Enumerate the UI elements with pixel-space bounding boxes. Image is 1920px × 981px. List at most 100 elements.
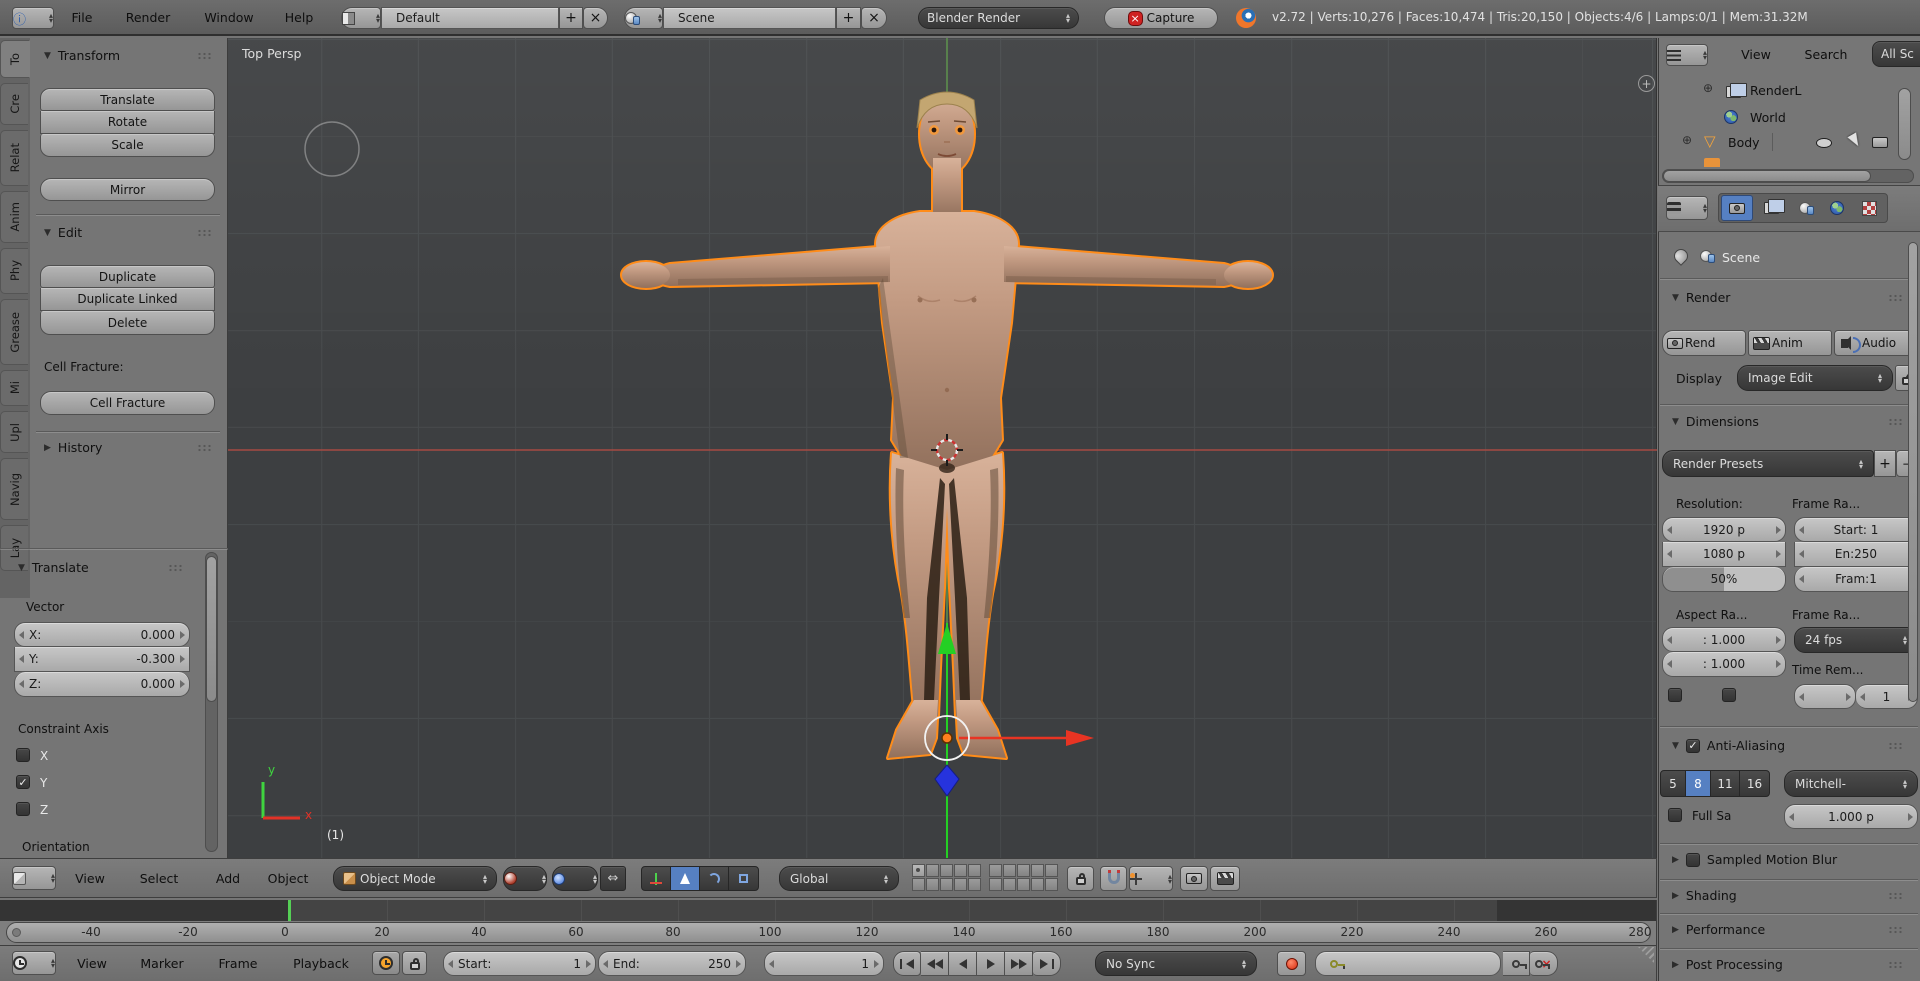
viewport-3d[interactable]: [228, 38, 1657, 858]
aa-filter-dropdown[interactable]: Mitchell- ▴ ▾: [1784, 770, 1918, 797]
operator-panel-header[interactable]: ▼ Translate: [18, 560, 89, 575]
add-scene-button[interactable]: +: [836, 7, 861, 29]
visibility-eye-icon[interactable]: [1816, 138, 1832, 148]
outliner-item-body[interactable]: Body: [1728, 135, 1760, 150]
timeline-menu-marker[interactable]: Marker: [134, 951, 190, 976]
tab-world[interactable]: [1821, 195, 1853, 221]
editor-type-selector-properties[interactable]: ▴ ▾: [1666, 196, 1708, 220]
current-frame-field[interactable]: 1: [764, 951, 884, 976]
outliner-item-world[interactable]: World: [1750, 110, 1786, 125]
play-button[interactable]: [977, 951, 1005, 976]
aspect-y-field[interactable]: : 1.000: [1662, 652, 1786, 677]
close-layout-button[interactable]: ×: [583, 7, 608, 29]
history-panel-header[interactable]: ▶ History: [44, 440, 102, 455]
antialiasing-checkbox[interactable]: ✓: [1685, 738, 1700, 753]
panel-grip[interactable]: [197, 444, 212, 452]
performance-panel-header[interactable]: ▶ Performance: [1672, 922, 1765, 937]
panel-grip[interactable]: [168, 564, 183, 572]
aa-samples-5[interactable]: 5: [1661, 771, 1686, 796]
constraint-x-checkbox[interactable]: [16, 748, 30, 762]
resolution-y-field[interactable]: 1080 p: [1662, 542, 1786, 567]
timeline-menu-frame[interactable]: Frame: [214, 951, 262, 976]
edit-panel-header[interactable]: ▼ Edit: [44, 225, 82, 240]
timeline-scrollbar-grabber[interactable]: [12, 928, 21, 937]
frame-rate-dropdown[interactable]: 24 fps ▴ ▾: [1794, 627, 1918, 653]
transform-panel-header[interactable]: ▼ Transform: [44, 48, 120, 63]
panel-grip[interactable]: [197, 52, 212, 60]
aspect-x-field[interactable]: : 1.000: [1662, 627, 1786, 652]
add-layout-button[interactable]: +: [559, 7, 583, 29]
outliner-scope-dropdown[interactable]: All Sc: [1872, 41, 1920, 67]
vector-z-field[interactable]: Z: 0.000: [14, 672, 190, 697]
panel-grip[interactable]: [197, 229, 212, 237]
panel-grip[interactable]: [1888, 418, 1903, 426]
scene-icon-button[interactable]: ▴ ▾: [624, 7, 663, 29]
sampled-motion-blur-panel-header[interactable]: ▶ Sampled Motion Blur: [1672, 852, 1837, 867]
timeline-menu-view[interactable]: View: [72, 951, 112, 976]
screen-layout-icon-button[interactable]: ▴ ▾: [341, 7, 381, 29]
manipulator-scale-button[interactable]: [729, 867, 758, 890]
properties-v-scrollbar-thumb[interactable]: [1908, 242, 1918, 702]
tab-scene[interactable]: [1789, 195, 1821, 221]
screen-layout-name-field[interactable]: Default: [381, 7, 559, 29]
lock-to-scene-button[interactable]: [1067, 866, 1094, 891]
panel-grip[interactable]: [1888, 742, 1903, 750]
expand-toggle[interactable]: ⊕: [1682, 133, 1692, 147]
shelf-tab-tools[interactable]: To: [0, 40, 30, 78]
tab-render-layers[interactable]: [1755, 195, 1787, 221]
menu-file[interactable]: File: [62, 6, 102, 30]
render-animation-button[interactable]: Anim: [1748, 330, 1832, 356]
panel-grip[interactable]: [1888, 926, 1903, 934]
translate-button[interactable]: Translate: [40, 88, 215, 111]
delete-button[interactable]: Delete: [40, 311, 215, 335]
viewport-shading-dropdown[interactable]: ▴ ▾: [503, 866, 547, 891]
motion-blur-checkbox[interactable]: [1685, 852, 1700, 867]
frame-step-field[interactable]: Fram:1: [1794, 567, 1918, 592]
insert-keyframe-button[interactable]: [1503, 951, 1530, 976]
vector-x-field[interactable]: X: 0.000: [14, 622, 190, 647]
shelf-tab-create[interactable]: Cre: [0, 83, 28, 125]
menu-render[interactable]: Render: [118, 6, 178, 30]
editor-type-selector-outliner[interactable]: ▴ ▾: [1666, 44, 1708, 66]
dimensions-panel-header[interactable]: ▼ Dimensions: [1672, 414, 1759, 429]
viewport-menu-view[interactable]: View: [70, 866, 110, 892]
viewport-scene[interactable]: [228, 38, 1657, 858]
opengl-render-button[interactable]: [1180, 866, 1208, 891]
menu-window[interactable]: Window: [196, 6, 262, 30]
shelf-tab-navigation[interactable]: Navig: [0, 458, 28, 520]
manipulator-enable-button[interactable]: [642, 867, 671, 890]
manipulator-rotate-button[interactable]: [700, 867, 729, 890]
duplicate-linked-button[interactable]: Duplicate Linked: [40, 288, 215, 311]
panel-grip[interactable]: [1888, 961, 1903, 969]
jump-to-start-button[interactable]: [893, 951, 921, 976]
duplicate-button[interactable]: Duplicate: [40, 265, 215, 288]
pivot-point-dropdown[interactable]: ▴ ▾: [552, 866, 598, 891]
delete-scene-button[interactable]: ×: [861, 7, 887, 29]
time-cursor-toggle-button[interactable]: [372, 951, 400, 975]
operator-panel-scrollbar-thumb[interactable]: [206, 556, 217, 702]
crop-checkbox[interactable]: [1722, 688, 1736, 702]
outliner-menu-view[interactable]: View: [1736, 43, 1776, 67]
resolution-x-field[interactable]: 1920 p: [1662, 517, 1786, 542]
panel-grip[interactable]: [1888, 294, 1903, 302]
opengl-render-anim-button[interactable]: [1210, 866, 1240, 891]
lock-time-button[interactable]: [402, 951, 427, 975]
scale-button[interactable]: Scale: [40, 134, 215, 157]
timeline-playhead[interactable]: [288, 900, 291, 921]
mirror-button[interactable]: Mirror: [40, 178, 215, 201]
sync-mode-dropdown[interactable]: No Sync ▴ ▾: [1095, 951, 1257, 976]
layers-group-2[interactable]: [989, 864, 1058, 891]
play-reverse-button[interactable]: [949, 951, 977, 976]
snap-toggle-button[interactable]: [1100, 866, 1127, 891]
shelf-tab-animation[interactable]: Anim: [0, 191, 28, 243]
panel-grip[interactable]: [1888, 892, 1903, 900]
translate-gizmo[interactable]: [924, 623, 1094, 858]
time-remap-old-field[interactable]: [1794, 684, 1856, 709]
snap-element-dropdown[interactable]: ▴ ▾: [1129, 866, 1173, 891]
shelf-tab-grease-pencil[interactable]: Grease: [0, 299, 28, 365]
render-panel-header[interactable]: ▼ Render: [1672, 290, 1730, 305]
next-keyframe-button[interactable]: [1005, 951, 1033, 976]
shading-panel-header[interactable]: ▶ Shading: [1672, 888, 1737, 903]
frame-start-field[interactable]: Start: 1: [1794, 517, 1918, 542]
viewport-menu-object[interactable]: Object: [262, 866, 314, 892]
